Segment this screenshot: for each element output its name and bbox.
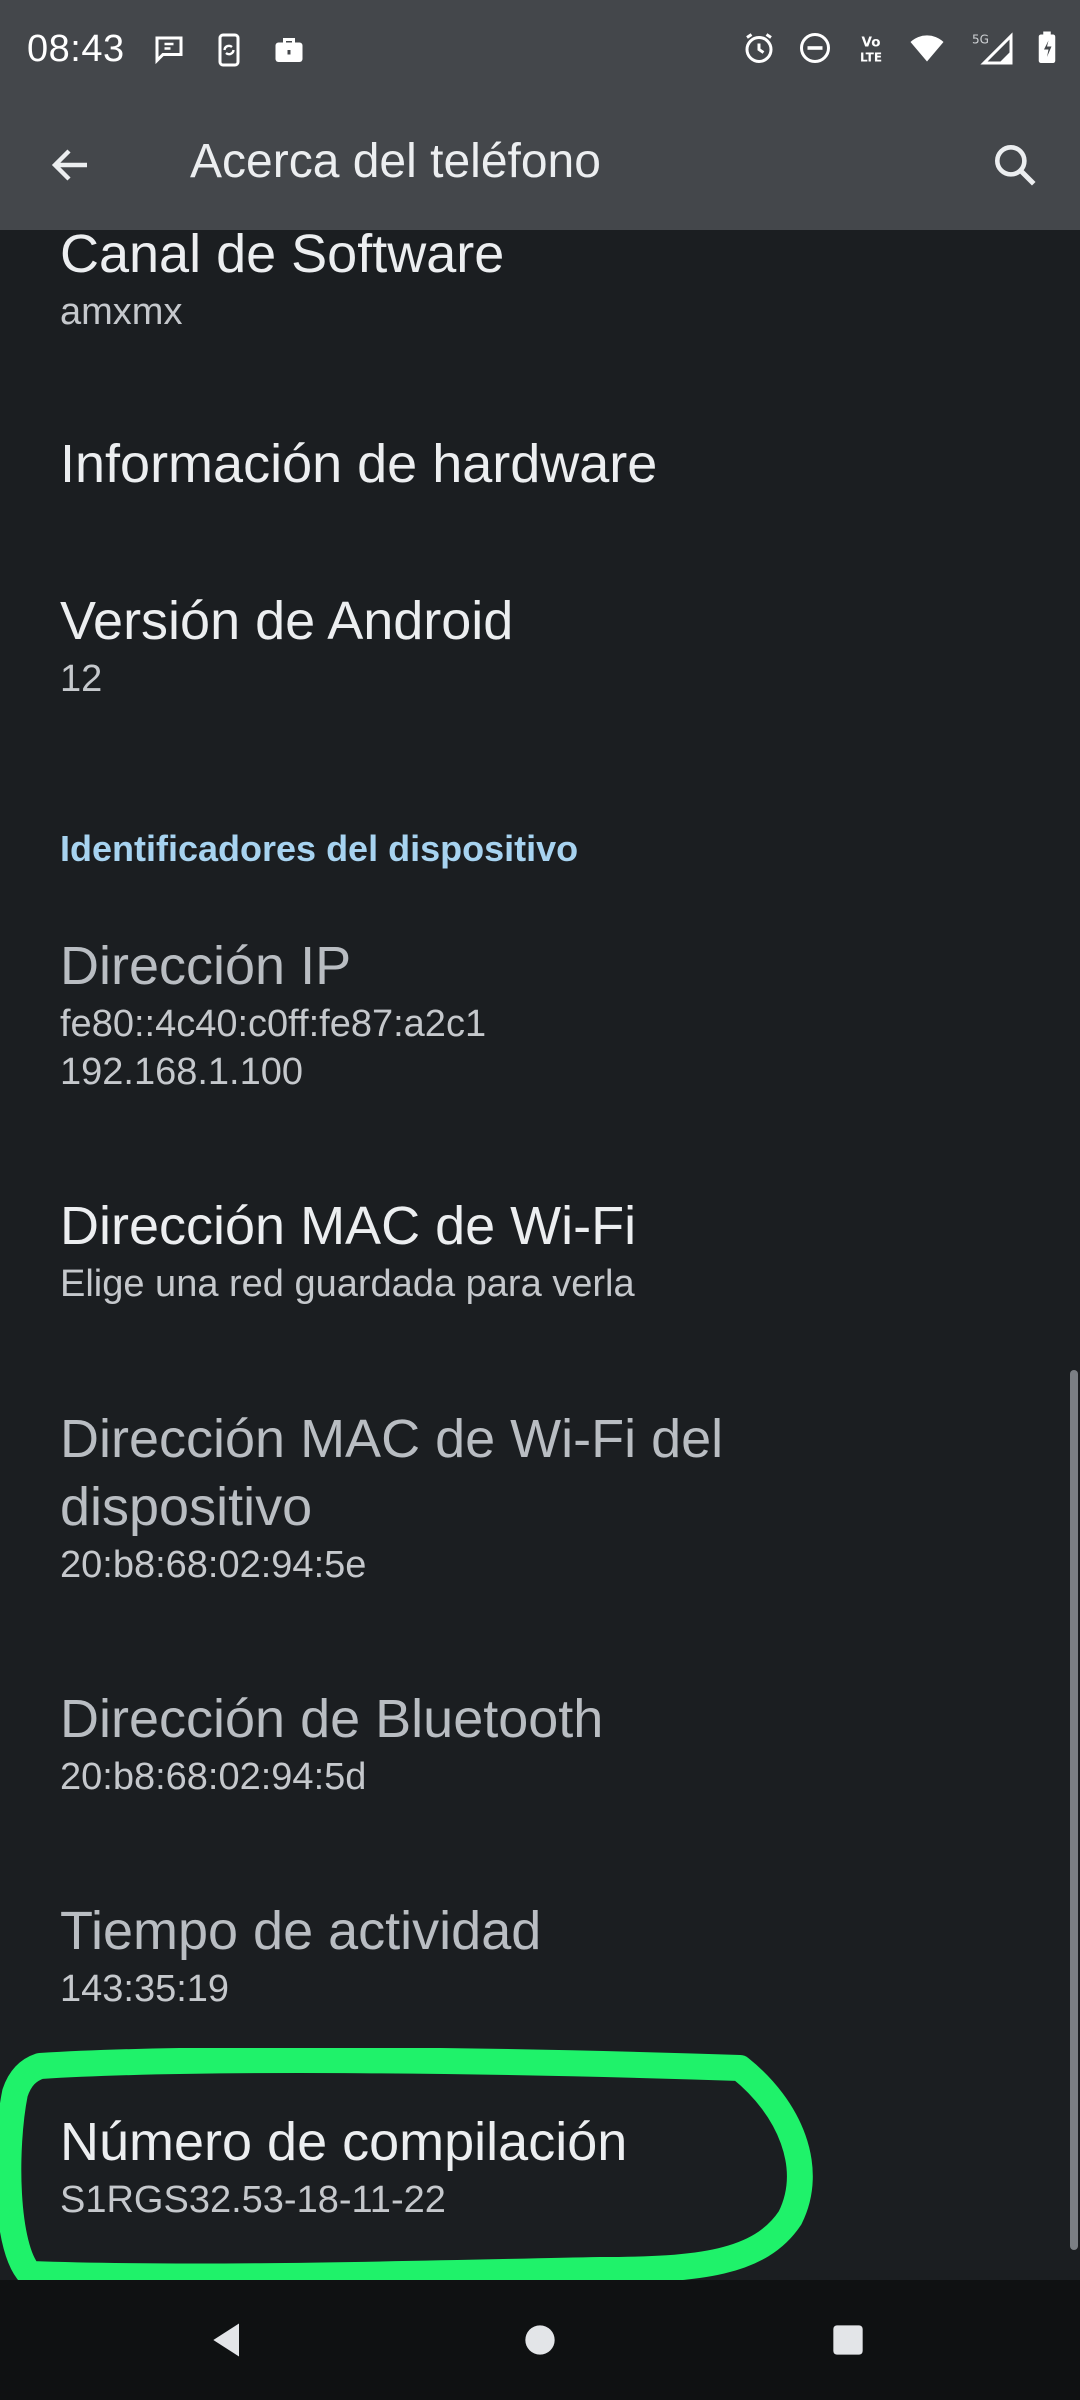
nav-back-icon	[213, 2323, 239, 2357]
settings-list[interactable]: Canal de Software amxmx Información de h…	[0, 230, 1080, 2280]
status-left-icons	[150, 28, 308, 72]
section-header: Identificadores del dispositivo	[60, 828, 579, 869]
app-bar: Acerca del teléfono	[0, 100, 1080, 230]
highlight-annotation	[0, 2048, 813, 2288]
phone-sync-icon	[210, 28, 248, 72]
scrollbar[interactable]	[1070, 1370, 1078, 2250]
navigation-bar	[0, 2280, 1080, 2400]
status-right-icons: Vo LTE 5G	[740, 26, 1060, 70]
item-title: Dirección de Bluetooth	[60, 1689, 604, 1749]
item-summary: Elige una red guardada para verla	[60, 1263, 635, 1305]
uptime-item[interactable]: Tiempo de actividad 143:35:19	[60, 1897, 1020, 2013]
signal-5g-icon: 5G	[964, 26, 1016, 70]
alarm-icon	[740, 26, 778, 70]
item-summary: 20:b8:68:02:94:5d	[60, 1756, 367, 1798]
nav-home-button[interactable]	[500, 2300, 580, 2380]
back-button[interactable]	[28, 122, 114, 208]
item-title: Dirección MAC de Wi-Fi	[60, 1196, 637, 1256]
wifi-icon	[908, 26, 946, 70]
bluetooth-address-item[interactable]: Dirección de Bluetooth 20:b8:68:02:94:5d	[60, 1685, 1020, 1801]
item-summary: 20:b8:68:02:94:5e	[60, 1544, 367, 1586]
item-title: Tiempo de actividad	[60, 1901, 542, 1961]
nav-back-button[interactable]	[188, 2300, 268, 2380]
software-channel-item[interactable]: Canal de Software amxmx	[60, 230, 1020, 336]
hardware-info-item[interactable]: Información de hardware	[60, 430, 1020, 498]
arrow-back-icon	[51, 149, 87, 181]
volte-icon: Vo LTE	[852, 26, 890, 70]
chat-bubble-icon	[150, 28, 188, 72]
nav-home-icon	[525, 2325, 555, 2355]
item-title: Dirección MAC de Wi-Fi del dispositivo	[60, 1409, 724, 1537]
search-button[interactable]	[970, 120, 1060, 210]
nav-recents-button[interactable]	[808, 2300, 888, 2380]
top-area: 08:43 Vo LTE 5G Acerca del teléfono	[0, 0, 1080, 230]
page-title: Acerca del teléfono	[190, 135, 601, 188]
svg-text:LTE: LTE	[860, 51, 882, 65]
item-summary: 12	[60, 658, 103, 700]
status-time: 08:43	[27, 28, 125, 70]
ip-address-item[interactable]: Dirección IP fe80::4c40:c0ff:fe87:a2c1 1…	[60, 932, 1020, 1096]
item-title: Versión de Android	[60, 591, 514, 651]
status-bar: 08:43 Vo LTE 5G	[0, 0, 1080, 100]
item-summary: amxmx	[60, 291, 183, 333]
wifi-mac-item[interactable]: Dirección MAC de Wi-Fi Elige una red gua…	[60, 1192, 1020, 1308]
do-not-disturb-icon	[796, 26, 834, 70]
item-title: Canal de Software	[60, 230, 505, 284]
battery-icon	[1034, 26, 1060, 70]
search-icon	[995, 145, 1036, 186]
svg-text:Vo: Vo	[862, 35, 881, 51]
item-title: Dirección IP	[60, 936, 352, 996]
item-summary: fe80::4c40:c0ff:fe87:a2c1 192.168.1.100	[60, 1003, 487, 1093]
nav-recents-icon	[833, 2325, 863, 2355]
item-title: Información de hardware	[60, 434, 658, 494]
briefcase-icon	[270, 28, 308, 72]
android-version-item[interactable]: Versión de Android 12	[60, 587, 1020, 703]
item-summary: 143:35:19	[60, 1968, 230, 2010]
svg-text:5G: 5G	[972, 33, 989, 47]
device-wifi-mac-item[interactable]: Dirección MAC de Wi-Fi del dispositivo 2…	[60, 1405, 820, 1589]
